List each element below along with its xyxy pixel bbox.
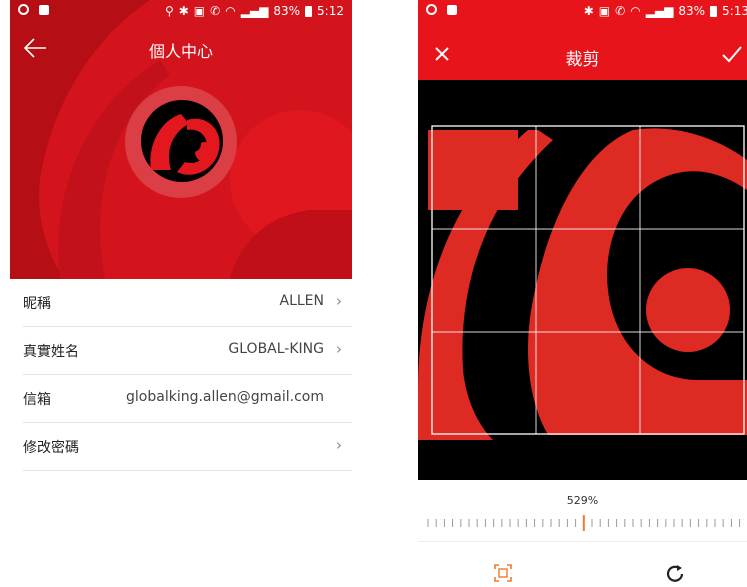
- divider: [418, 541, 747, 542]
- zoom-ruler[interactable]: [426, 515, 747, 531]
- row-label: 修改密碼: [23, 440, 79, 456]
- avatar[interactable]: [141, 100, 223, 182]
- bluetooth-icon: ✱: [178, 4, 189, 18]
- chevron-right-icon: ›: [336, 340, 342, 358]
- profile-list: 昵稱 ALLEN › 真實姓名 GLOBAL-KING › 信箱 globalk…: [10, 279, 352, 471]
- nfc-icon: ▣: [598, 4, 611, 18]
- row-value: ALLEN: [279, 293, 325, 309]
- battery-percent: 83%: [678, 4, 706, 18]
- zoom-level: 529%: [566, 494, 599, 507]
- signal-icon: ▂▄▆: [240, 4, 269, 18]
- row-value: globalking.allen@gmail.com: [126, 389, 324, 405]
- call-icon: ✆: [615, 4, 626, 18]
- row-label: 昵稱: [23, 296, 51, 312]
- crop-frame-icon[interactable]: [493, 563, 513, 583]
- list-item-change-password[interactable]: 修改密碼 ›: [23, 423, 352, 471]
- status-bar: ✱ ▣ ✆ ◠ ▂▄▆ 83% 5:13: [418, 0, 747, 22]
- status-bar: ⚲ ✱ ▣ ✆ ◠ ▂▄▆ 83% 5:12: [10, 0, 352, 22]
- chevron-right-icon: ›: [336, 292, 342, 310]
- gallery-icon: [39, 4, 49, 15]
- battery-percent: 83%: [273, 4, 301, 18]
- status-time: 5:12: [317, 4, 344, 18]
- status-time: 5:13: [722, 4, 747, 18]
- row-label: 信箱: [23, 392, 51, 408]
- profile-header: ⚲ ✱ ▣ ✆ ◠ ▂▄▆ 83% 5:12 個人中心: [10, 0, 352, 279]
- avatar-logo: [141, 100, 223, 182]
- signal-icon: ▂▄▆: [645, 4, 674, 18]
- row-label: 真實姓名: [23, 344, 79, 360]
- list-item-nickname[interactable]: 昵稱 ALLEN ›: [23, 279, 352, 327]
- gallery-icon: [447, 4, 457, 15]
- check-icon[interactable]: [721, 44, 743, 64]
- nfc-icon: ▣: [193, 4, 206, 18]
- wifi-icon: ◠: [225, 4, 236, 18]
- notification-icon: [426, 4, 437, 15]
- crop-screen: ✱ ▣ ✆ ◠ ▂▄▆ 83% 5:13 裁剪 529%: [418, 0, 747, 587]
- rotate-icon[interactable]: [664, 563, 686, 585]
- call-icon: ✆: [210, 4, 221, 18]
- crop-toolbar: ✱ ▣ ✆ ◠ ▂▄▆ 83% 5:13 裁剪: [418, 0, 747, 80]
- page-title: 個人中心: [148, 42, 213, 61]
- list-item-real-name[interactable]: 真實姓名 GLOBAL-KING ›: [23, 327, 352, 375]
- row-value: GLOBAL-KING: [228, 341, 324, 357]
- list-item-email: 信箱 globalking.allen@gmail.com: [23, 375, 352, 423]
- wifi-icon: ◠: [630, 4, 641, 18]
- crop-area[interactable]: [418, 80, 747, 480]
- crop-image: [418, 80, 747, 480]
- location-icon: ⚲: [164, 4, 174, 18]
- battery-icon: [305, 5, 313, 17]
- crop-title: 裁剪: [565, 50, 600, 70]
- bluetooth-icon: ✱: [583, 4, 594, 18]
- profile-screen: ⚲ ✱ ▣ ✆ ◠ ▂▄▆ 83% 5:12 個人中心 昵稱 ALLEN › 真…: [10, 0, 352, 587]
- chevron-right-icon: ›: [336, 436, 342, 454]
- notification-icon: [18, 4, 29, 15]
- battery-icon: [710, 5, 718, 17]
